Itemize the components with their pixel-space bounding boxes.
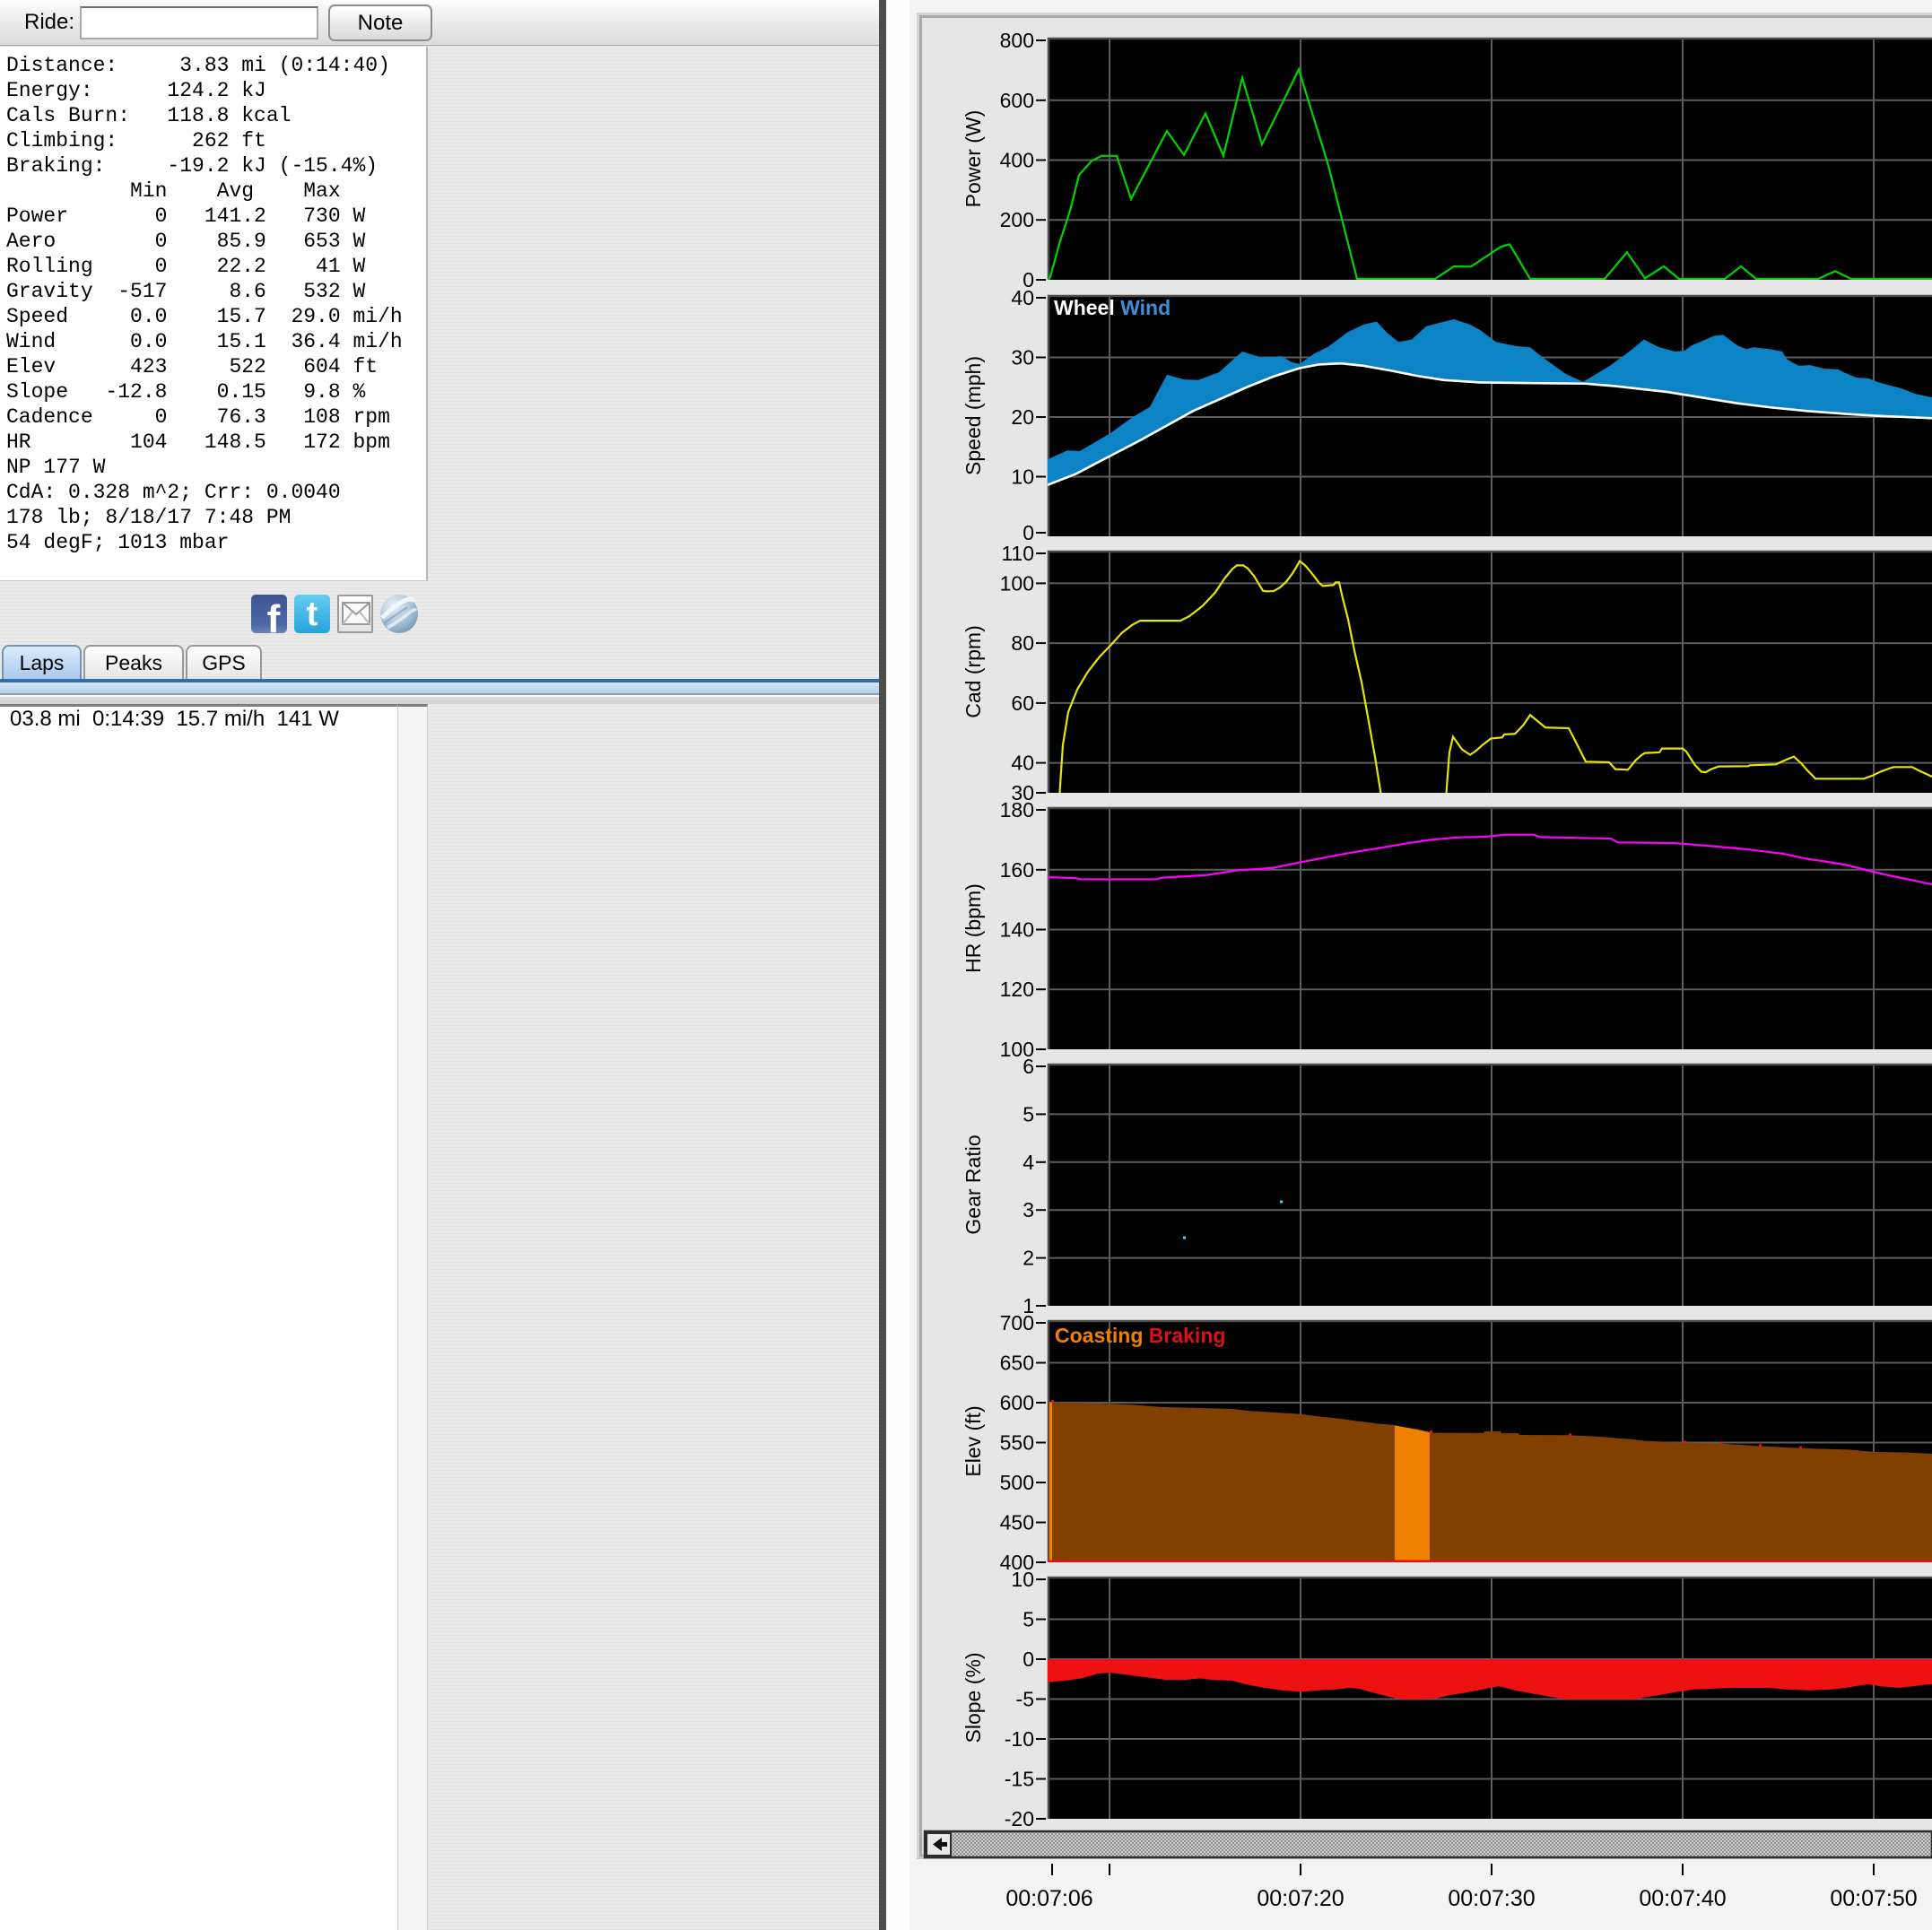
svg-text:40: 40 (1011, 286, 1034, 309)
svg-text:00:07:30: 00:07:30 (1448, 1886, 1535, 1911)
svg-text:4: 4 (1023, 1151, 1034, 1174)
svg-text:6: 6 (1023, 1055, 1034, 1078)
svg-text:120: 120 (1000, 978, 1034, 1001)
svg-text:100: 100 (1000, 571, 1034, 595)
svg-text:10: 10 (1011, 465, 1034, 489)
svg-text:0: 0 (1023, 1647, 1034, 1671)
svg-text:110: 110 (1001, 542, 1034, 565)
svg-text:5: 5 (1023, 1608, 1034, 1631)
svg-text:700: 700 (1000, 1311, 1034, 1334)
svg-text:60: 60 (1011, 691, 1034, 715)
svg-text:450: 450 (1000, 1511, 1034, 1534)
svg-text:160: 160 (1000, 858, 1034, 882)
svg-text:Gear Ratio: Gear Ratio (962, 1135, 985, 1234)
svg-text:800: 800 (1000, 29, 1034, 52)
svg-text:Speed (mph): Speed (mph) (962, 356, 985, 475)
svg-text:80: 80 (1011, 631, 1034, 655)
svg-text:600: 600 (1000, 1391, 1034, 1414)
svg-text:30: 30 (1011, 346, 1034, 369)
svg-text:180: 180 (1000, 798, 1034, 822)
svg-text:HR (bpm): HR (bpm) (962, 883, 985, 973)
svg-text:00:07:06: 00:07:06 (1005, 1886, 1092, 1911)
svg-text:5: 5 (1023, 1102, 1034, 1126)
svg-text:40: 40 (1011, 752, 1034, 775)
svg-text:-5: -5 (1016, 1688, 1034, 1711)
svg-text:600: 600 (1000, 89, 1034, 112)
svg-text:00:07:50: 00:07:50 (1830, 1886, 1917, 1911)
svg-text:500: 500 (1000, 1471, 1034, 1494)
svg-text:400: 400 (1000, 149, 1034, 172)
svg-text:Power (W): Power (W) (962, 110, 985, 208)
svg-text:00:07:40: 00:07:40 (1639, 1886, 1726, 1911)
svg-text:650: 650 (1000, 1352, 1034, 1375)
svg-text:00:07:20: 00:07:20 (1257, 1886, 1344, 1911)
svg-text:-15: -15 (1005, 1768, 1034, 1791)
svg-text:10: 10 (1011, 1568, 1034, 1591)
svg-text:Wheel Wind: Wheel Wind (1054, 296, 1171, 319)
svg-text:20: 20 (1011, 405, 1034, 429)
svg-text:140: 140 (1000, 918, 1034, 942)
svg-text:550: 550 (1000, 1431, 1034, 1455)
svg-text:-10: -10 (1005, 1727, 1034, 1751)
svg-text:Slope (%): Slope (%) (962, 1653, 985, 1743)
svg-text:3: 3 (1023, 1198, 1034, 1221)
svg-text:-20: -20 (1005, 1807, 1034, 1830)
svg-text:Coasting Braking: Coasting Braking (1055, 1324, 1225, 1347)
svg-text:2: 2 (1023, 1247, 1034, 1270)
svg-text:Elev (ft): Elev (ft) (962, 1405, 985, 1476)
svg-text:200: 200 (1000, 208, 1034, 231)
svg-text:Cad (rpm): Cad (rpm) (962, 625, 985, 718)
